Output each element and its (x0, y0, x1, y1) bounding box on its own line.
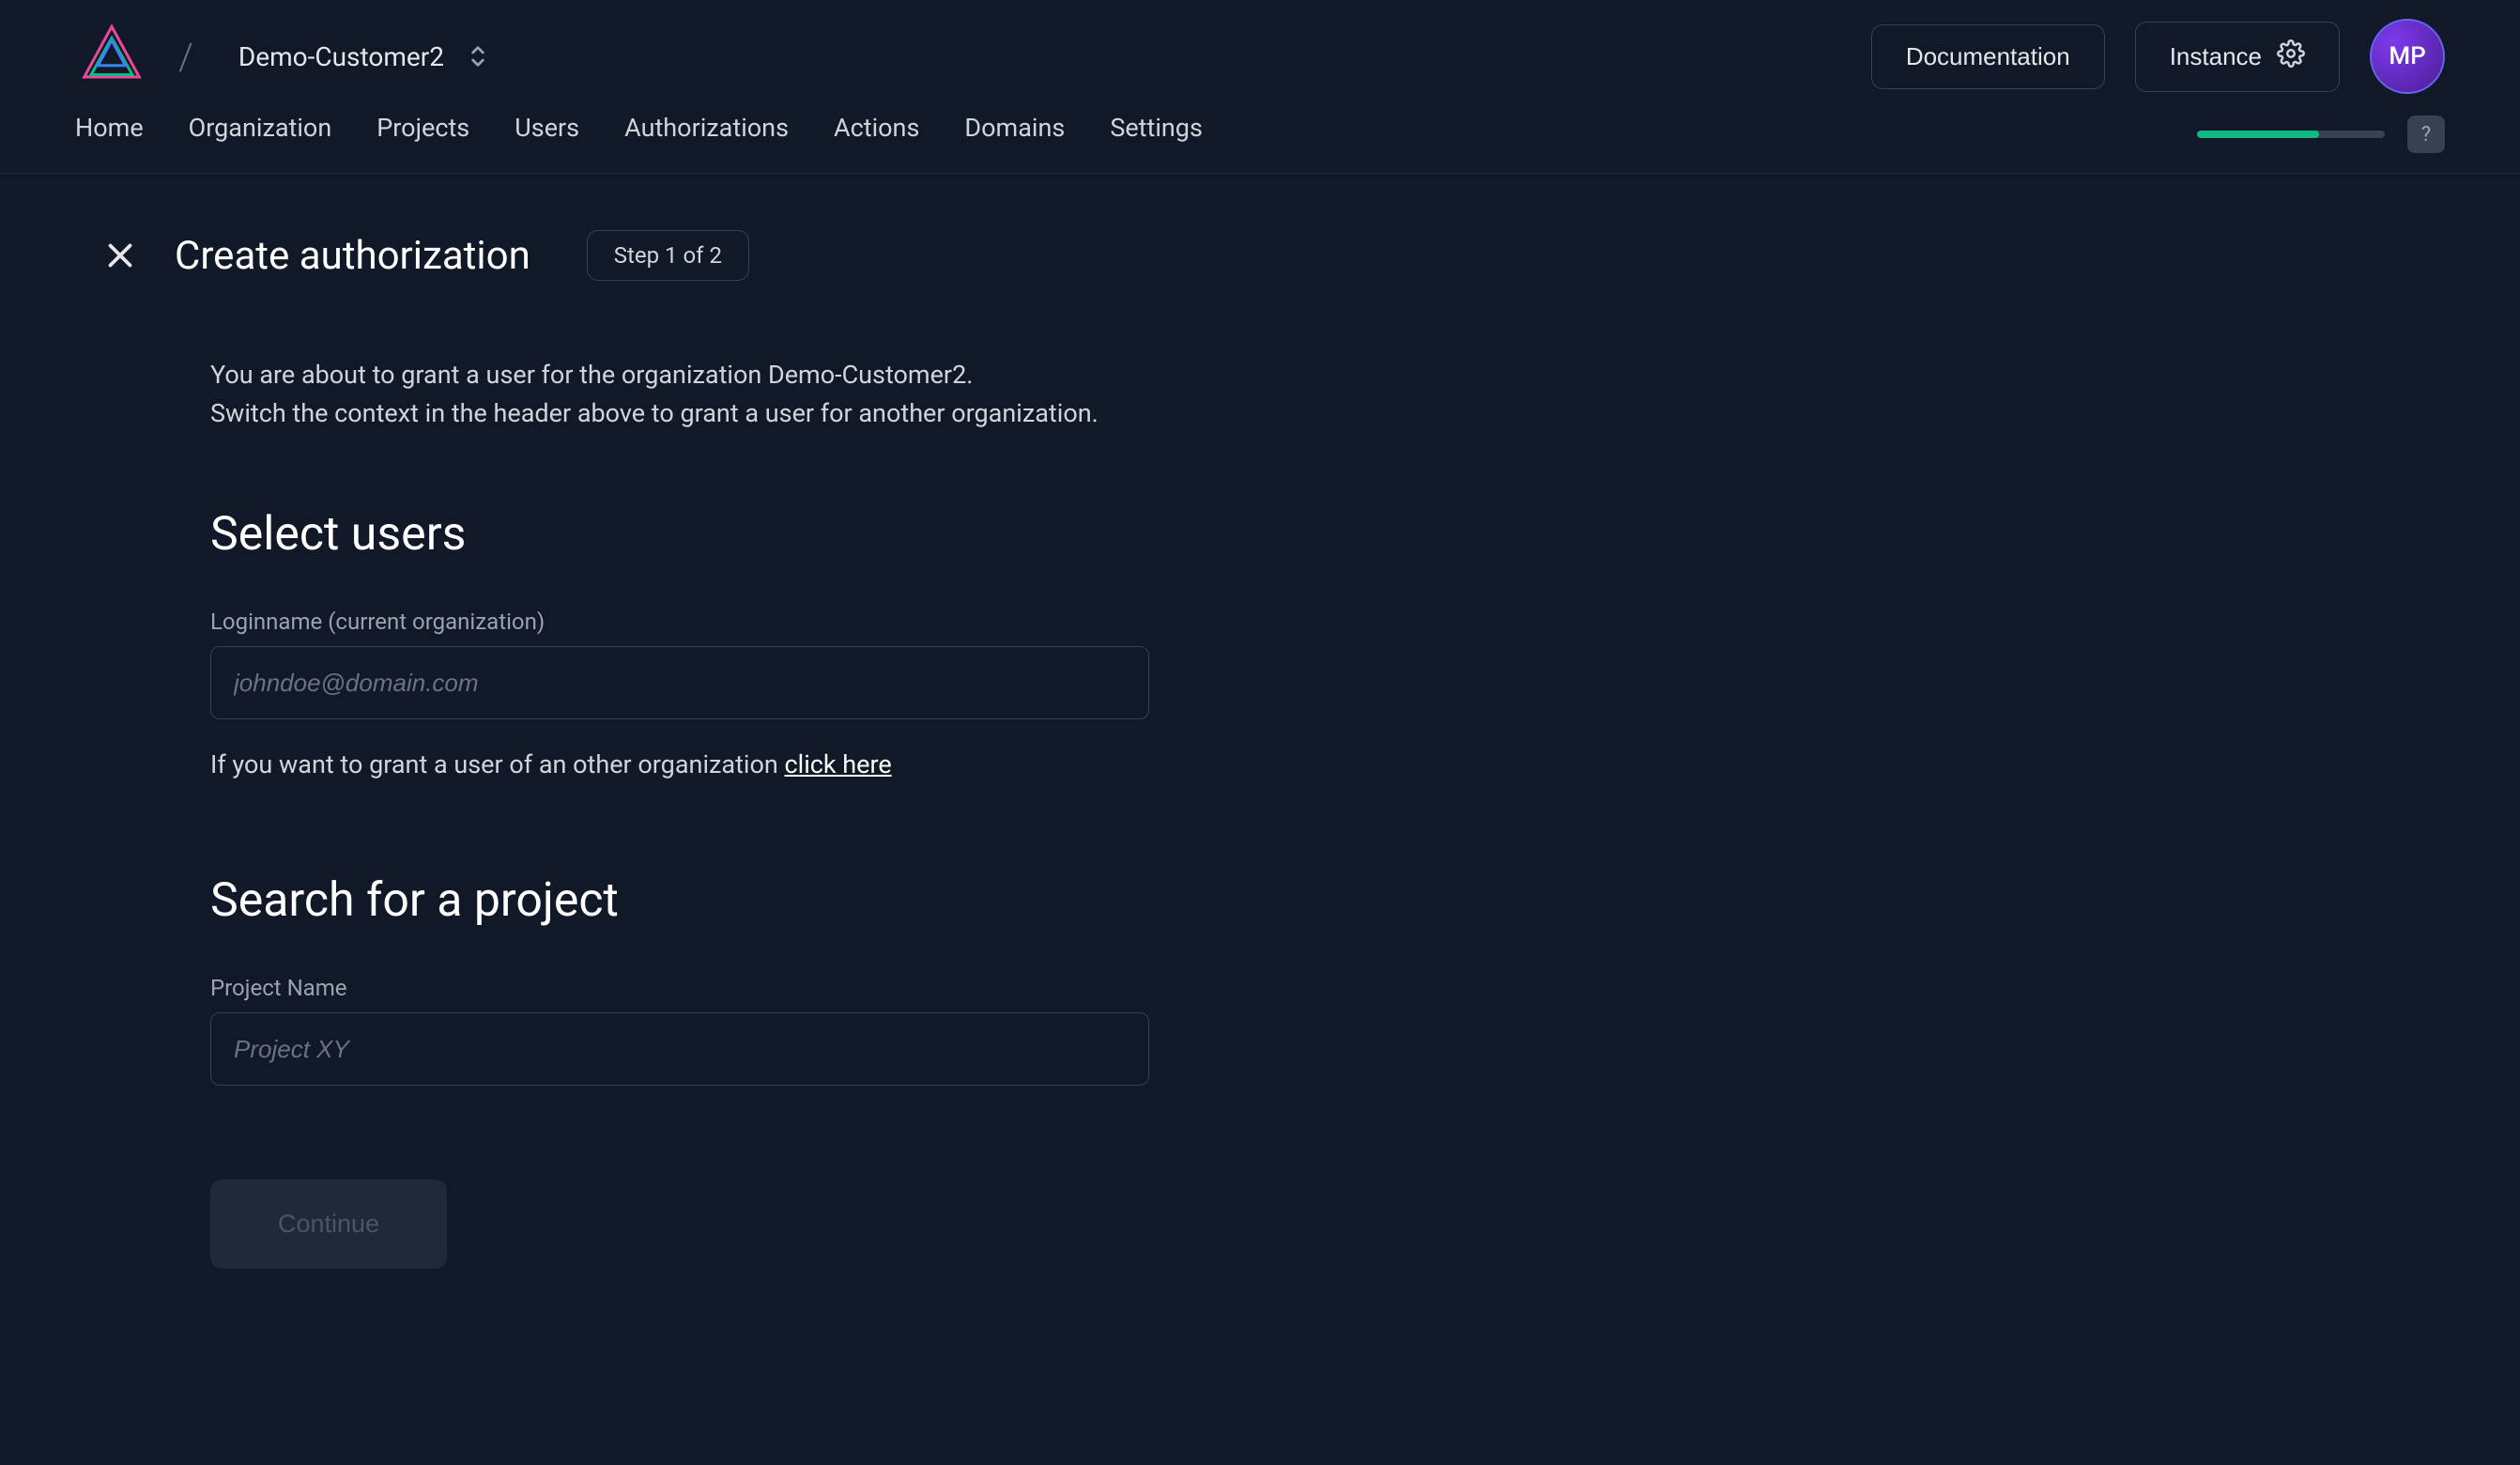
instance-label: Instance (2170, 42, 2262, 71)
org-name: Demo-Customer2 (238, 41, 444, 72)
tab-settings[interactable]: Settings (1110, 113, 1203, 156)
documentation-label: Documentation (1906, 42, 2070, 71)
helper-text: If you want to grant a user of an other … (210, 749, 1361, 779)
info-line-2: Switch the context in the header above t… (210, 398, 1099, 428)
click-here-link[interactable]: click here (785, 749, 892, 779)
nav-row: Home Organization Projects Users Authori… (0, 113, 2520, 174)
title-row: Create authorization Step 1 of 2 (103, 230, 2417, 281)
select-users-heading: Select users (210, 507, 1361, 562)
close-icon (103, 239, 137, 272)
instance-button[interactable]: Instance (2135, 22, 2340, 92)
chevron-updown-icon (467, 41, 489, 71)
help-symbol: ? (2421, 123, 2431, 146)
zitadel-logo-icon[interactable] (75, 20, 148, 93)
gear-icon (2277, 39, 2305, 74)
search-project-heading: Search for a project (210, 873, 1361, 928)
nav-right: ? (2197, 116, 2445, 153)
content: You are about to grant a user for the or… (103, 356, 1361, 1269)
loginname-input[interactable] (210, 646, 1149, 719)
help-button[interactable]: ? (2407, 116, 2445, 153)
tab-home[interactable]: Home (75, 113, 144, 156)
progress-fill (2197, 131, 2319, 138)
helper-prefix: If you want to grant a user of an other … (210, 749, 785, 779)
tab-actions[interactable]: Actions (834, 113, 919, 156)
info-text: You are about to grant a user for the or… (210, 356, 1361, 432)
avatar-initials: MP (2389, 42, 2425, 70)
nav-tabs: Home Organization Projects Users Authori… (75, 113, 1203, 156)
close-button[interactable] (103, 239, 137, 272)
tab-users[interactable]: Users (515, 113, 579, 156)
app-header: / Demo-Customer2 Documentation Instance (0, 0, 2520, 113)
breadcrumb-separator: / (178, 35, 193, 79)
project-input-wrap: Project Name (210, 975, 1361, 1086)
documentation-button[interactable]: Documentation (1871, 24, 2105, 89)
avatar[interactable]: MP (2370, 19, 2445, 94)
tab-domains[interactable]: Domains (964, 113, 1065, 156)
search-project-section: Search for a project Project Name Contin… (210, 873, 1361, 1269)
progress-bar[interactable] (2197, 131, 2385, 138)
continue-button[interactable]: Continue (210, 1180, 447, 1269)
project-name-input[interactable] (210, 1012, 1149, 1086)
main: Create authorization Step 1 of 2 You are… (0, 174, 2520, 1325)
project-name-label: Project Name (210, 975, 1361, 1001)
header-right: Documentation Instance MP (1871, 19, 2445, 94)
loginname-label: Loginname (current organization) (210, 609, 1361, 635)
info-line-1: You are about to grant a user for the or… (210, 360, 973, 390)
step-badge: Step 1 of 2 (587, 230, 749, 281)
header-left: / Demo-Customer2 (75, 20, 504, 93)
tab-projects[interactable]: Projects (376, 113, 469, 156)
org-selector[interactable]: Demo-Customer2 (223, 34, 504, 80)
tab-authorizations[interactable]: Authorizations (624, 113, 789, 156)
tab-organization[interactable]: Organization (189, 113, 332, 156)
page-title: Create authorization (175, 233, 530, 279)
